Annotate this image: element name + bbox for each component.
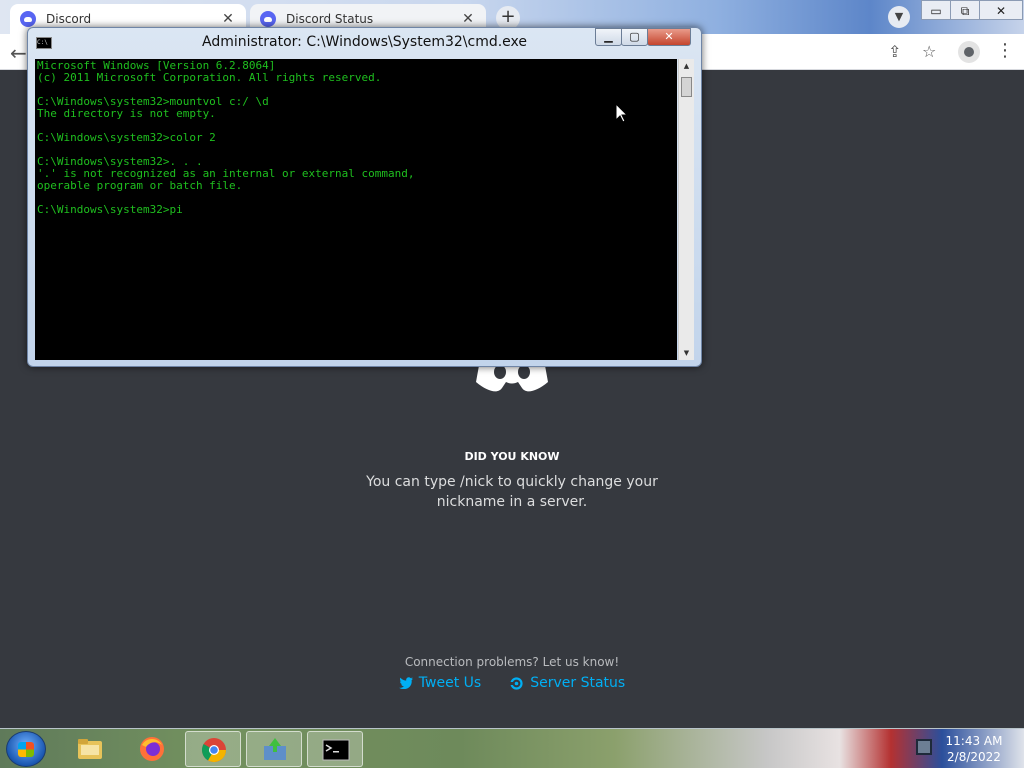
tweet-us-label: Tweet Us	[418, 675, 482, 691]
tab-close-icon[interactable]: ✕	[460, 11, 476, 27]
taskbar-firefox[interactable]	[124, 731, 180, 767]
help-links: Tweet Us Server Status	[0, 675, 1024, 691]
cmd-titlebar[interactable]: C:\ Administrator: C:\Windows\System32\c…	[28, 28, 701, 58]
discord-favicon-icon	[260, 11, 276, 27]
folder-icon	[78, 739, 102, 759]
bookmark-star-icon[interactable]: ☆	[922, 42, 936, 61]
system-clock[interactable]: 11:43 AM 2/8/2022	[944, 733, 1004, 765]
console-line: (c) 2011 Microsoft Corporation. All righ…	[37, 71, 382, 84]
cmd-window[interactable]: C:\ Administrator: C:\Windows\System32\c…	[27, 27, 702, 367]
server-status-label: Server Status	[530, 675, 626, 691]
firefox-icon	[140, 737, 164, 761]
clock-date: 2/8/2022	[947, 750, 1001, 764]
cmd-maximize-button[interactable]: ▢	[621, 28, 648, 46]
cmd-close-button[interactable]: ✕	[647, 28, 691, 46]
scroll-down-icon[interactable]: ▼	[679, 346, 694, 360]
installer-icon	[264, 738, 286, 760]
discord-favicon-icon	[20, 11, 36, 27]
share-icon[interactable]: ⇪	[888, 42, 901, 61]
browser-close-button[interactable]: ✕	[979, 0, 1023, 20]
start-button[interactable]	[6, 731, 46, 767]
cmd-minimize-button[interactable]: ▁	[595, 28, 622, 46]
console-line: C:\Windows\system32>color 2	[37, 131, 216, 144]
cmd-icon	[322, 739, 350, 761]
browser-window-controls: ▭ ⧉ ✕	[921, 0, 1023, 20]
taskbar-installer[interactable]	[246, 731, 302, 767]
twitter-bird-icon	[398, 677, 413, 689]
console-line: C:\Windows\system32>pi	[37, 203, 183, 216]
server-status-link[interactable]: Server Status	[509, 675, 625, 691]
browser-restore-button[interactable]: ⧉	[950, 0, 980, 20]
tweet-us-link[interactable]: Tweet Us	[398, 675, 482, 691]
tab-label: Discord Status	[286, 12, 374, 26]
did-you-know-heading: DID YOU KNOW	[464, 450, 560, 463]
tab-search-chevron-icon[interactable]: ▼	[888, 6, 910, 28]
console-line: The directory is not empty.	[37, 107, 216, 120]
loading-tip-text: You can type /nick to quickly change you…	[366, 474, 658, 510]
browser-menu-icon[interactable]: ⋮	[996, 40, 1014, 61]
clock-time: 11:43 AM	[945, 734, 1003, 748]
scroll-up-icon[interactable]: ▲	[679, 59, 694, 73]
tab-close-icon[interactable]: ✕	[220, 11, 236, 27]
mouse-cursor-icon	[616, 104, 628, 123]
taskbar-cmd[interactable]	[307, 731, 363, 767]
console-line: operable program or batch file.	[37, 179, 243, 192]
status-sync-icon	[509, 676, 523, 690]
back-arrow-icon[interactable]: ←	[10, 41, 27, 65]
cmd-console-output[interactable]: Microsoft Windows [Version 6.2.8064] (c)…	[35, 59, 677, 360]
cmd-scrollbar[interactable]: ▲ ▼	[678, 59, 694, 360]
cmd-window-controls: ▁ ▢ ✕	[595, 28, 691, 46]
connection-problems-text: Connection problems? Let us know!	[404, 655, 620, 669]
taskbar-file-explorer[interactable]	[62, 731, 118, 767]
taskbar-chrome[interactable]	[185, 731, 241, 767]
chrome-icon	[201, 738, 226, 763]
tab-label: Discord	[46, 12, 92, 26]
network-tray-icon[interactable]	[916, 739, 932, 755]
browser-minimize-button[interactable]: ▭	[921, 0, 951, 20]
scroll-thumb[interactable]	[681, 77, 692, 97]
profile-avatar-icon[interactable]	[958, 41, 980, 63]
windows-taskbar: 11:43 AM 2/8/2022	[0, 728, 1024, 768]
